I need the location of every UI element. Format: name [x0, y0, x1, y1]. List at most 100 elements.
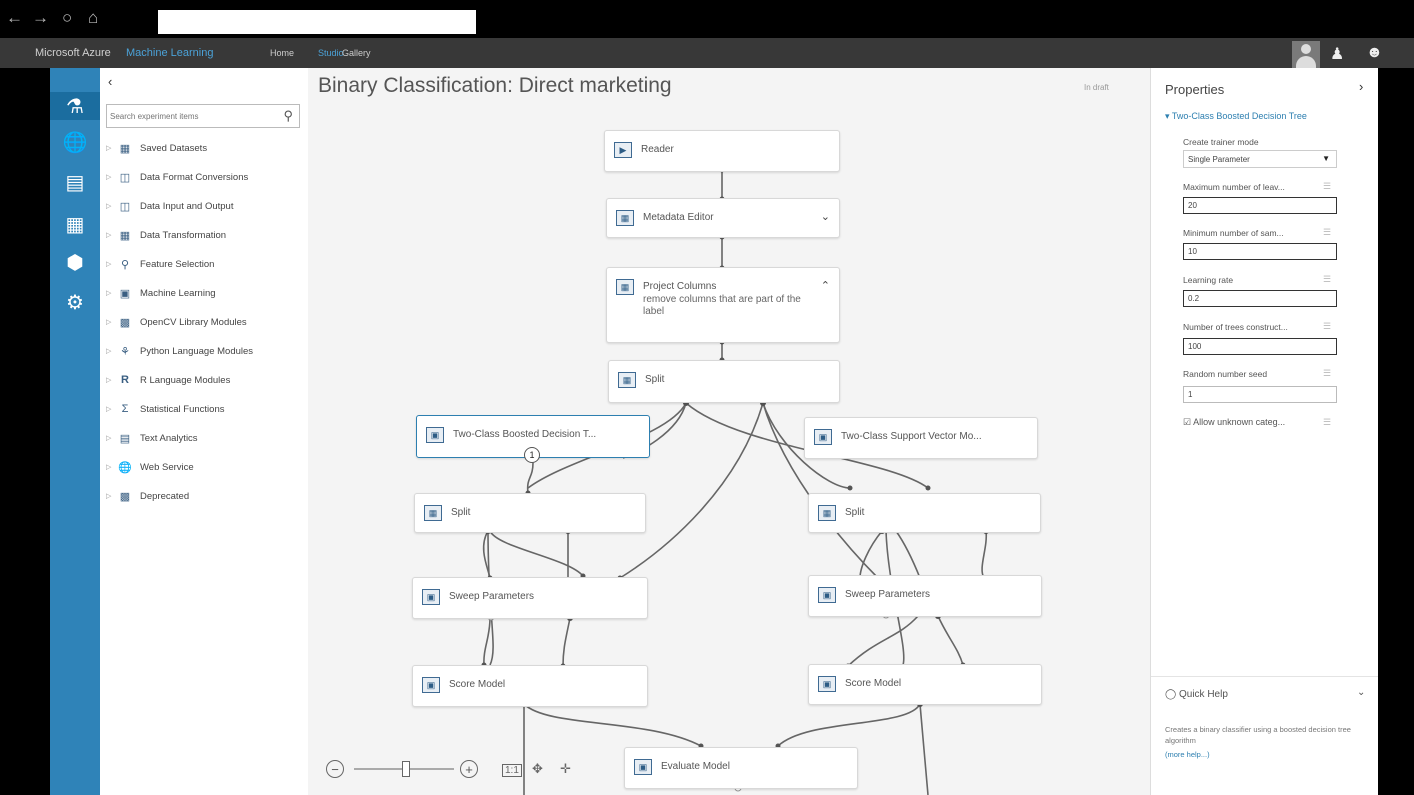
- address-bar[interactable]: [158, 10, 476, 34]
- zoom-out-button[interactable]: −: [326, 760, 344, 778]
- random-seed-input[interactable]: 1: [1183, 386, 1337, 403]
- node-split-top[interactable]: ▦ Split: [608, 360, 840, 403]
- expand-arrow-icon[interactable]: ▷: [106, 289, 116, 297]
- table-module-icon: ▦: [616, 210, 634, 226]
- quick-help-more-link[interactable]: (more help...): [1165, 750, 1210, 759]
- expand-arrow-icon[interactable]: ▷: [106, 318, 116, 326]
- palette-item-feature-selection[interactable]: ▷ ⚲ Feature Selection: [106, 254, 302, 274]
- refresh-icon[interactable]: ○: [62, 8, 72, 28]
- node-comment: remove columns that are part of the labe…: [643, 294, 801, 317]
- node-metadata-editor[interactable]: ▦ Metadata Editor ⌄: [606, 198, 840, 238]
- palette-item-data-transformation[interactable]: ▷ ▦ Data Transformation: [106, 225, 302, 245]
- back-icon[interactable]: ←: [6, 8, 23, 28]
- palette-item-label: R Language Modules: [140, 374, 231, 386]
- palette-item-statistical-functions[interactable]: ▷ Σ Statistical Functions: [106, 399, 302, 419]
- home-icon[interactable]: ⌂: [88, 8, 98, 28]
- allow-unknown-checkbox[interactable]: ☑ Allow unknown categ...: [1183, 417, 1285, 428]
- palette-item-python[interactable]: ▷ ⚘ Python Language Modules: [106, 341, 302, 361]
- search-icon[interactable]: ⚲: [283, 108, 293, 124]
- palette-item-r-language[interactable]: ▷ R R Language Modules: [106, 370, 302, 390]
- node-reader[interactable]: ▶ Reader: [604, 130, 840, 172]
- collapse-palette-button[interactable]: ‹: [108, 74, 112, 89]
- palette-item-data-format-conversions[interactable]: ▷ ◫ Data Format Conversions: [106, 167, 302, 187]
- palette-item-label: Text Analytics: [140, 432, 198, 444]
- chevron-up-icon[interactable]: ⌃: [821, 279, 830, 292]
- allow-unknown-label: Allow unknown categ...: [1193, 417, 1286, 427]
- expand-arrow-icon[interactable]: ▷: [106, 202, 116, 210]
- chevron-down-icon[interactable]: ⌄: [821, 210, 830, 223]
- node-two-class-svm[interactable]: ▣ Two-Class Support Vector Mo...: [804, 417, 1038, 459]
- search-input[interactable]: [110, 108, 270, 124]
- expand-arrow-icon[interactable]: ▷: [106, 173, 116, 181]
- table-module-icon: ▦: [616, 279, 634, 295]
- learning-rate-input[interactable]: 0.2: [1183, 290, 1337, 307]
- chevron-down-icon[interactable]: ⌄: [1357, 687, 1365, 698]
- node-label: Two-Class Support Vector Mo...: [841, 431, 982, 442]
- param-menu-icon[interactable]: ☰: [1323, 227, 1331, 238]
- experiment-canvas[interactable]: Binary Classification: Direct marketing …: [308, 68, 1150, 795]
- palette-item-text-analytics[interactable]: ▷ ▤ Text Analytics: [106, 428, 302, 448]
- palette-item-machine-learning[interactable]: ▷ ▣ Machine Learning: [106, 283, 302, 303]
- palette-item-deprecated[interactable]: ▷ ▩ Deprecated: [106, 486, 302, 506]
- node-sweep-parameters-right[interactable]: ▣ Sweep Parameters: [808, 575, 1042, 617]
- expand-arrow-icon[interactable]: ▷: [106, 260, 116, 268]
- fit-to-screen-icon[interactable]: ✥: [532, 761, 543, 777]
- web-services-globe-icon[interactable]: 🌐: [50, 128, 100, 156]
- feature-icon: ⚲: [120, 258, 130, 271]
- notebooks-icon[interactable]: ▤: [50, 168, 100, 196]
- num-trees-input[interactable]: 100: [1183, 338, 1337, 355]
- max-leaves-input[interactable]: 20: [1183, 197, 1337, 214]
- param-menu-icon[interactable]: ☰: [1323, 181, 1331, 192]
- brand-name: Microsoft Azure: [35, 47, 111, 59]
- zoom-slider-handle[interactable]: [402, 761, 410, 777]
- forward-icon[interactable]: →: [32, 8, 49, 28]
- people-icon[interactable]: ♟: [1330, 44, 1344, 64]
- nav-gallery[interactable]: Gallery: [342, 48, 371, 58]
- expand-arrow-icon[interactable]: ▷: [106, 144, 116, 152]
- pan-icon[interactable]: ✛: [560, 761, 571, 777]
- palette-item-data-input-output[interactable]: ▷ ◫ Data Input and Output: [106, 196, 302, 216]
- palette-item-saved-datasets[interactable]: ▷ ▦ Saved Datasets: [106, 138, 302, 158]
- node-split-right[interactable]: ▦ Split: [808, 493, 1041, 533]
- avatar[interactable]: [1292, 41, 1320, 68]
- param-menu-icon[interactable]: ☰: [1323, 321, 1331, 332]
- search-box[interactable]: ⚲: [106, 104, 300, 128]
- collapse-properties-button[interactable]: ›: [1359, 79, 1363, 94]
- trainer-mode-select[interactable]: Single Parameter ▼: [1183, 150, 1337, 168]
- quick-help-header[interactable]: ◯ Quick Help: [1165, 689, 1228, 700]
- expand-arrow-icon[interactable]: ▷: [106, 463, 116, 471]
- settings-gear-icon[interactable]: ⚙: [50, 288, 100, 316]
- node-project-columns[interactable]: ▦ Project Columns remove columns that ar…: [606, 267, 840, 343]
- node-sweep-parameters-left[interactable]: ▣ Sweep Parameters: [412, 577, 648, 619]
- zoom-in-button[interactable]: +: [460, 760, 478, 778]
- nav-home[interactable]: Home: [270, 48, 294, 58]
- node-score-model-left[interactable]: ▣ Score Model: [412, 665, 648, 707]
- min-samples-input[interactable]: 10: [1183, 243, 1337, 260]
- expand-arrow-icon[interactable]: ▷: [106, 376, 116, 384]
- node-label: Split: [845, 507, 865, 518]
- selected-module-name[interactable]: ▾ Two-Class Boosted Decision Tree: [1165, 111, 1307, 122]
- palette-item-label: Web Service: [140, 461, 194, 473]
- palette-item-label: Deprecated: [140, 490, 190, 502]
- expand-arrow-icon[interactable]: ▷: [106, 347, 116, 355]
- palette-item-label: Data Input and Output: [140, 200, 234, 212]
- expand-arrow-icon[interactable]: ▷: [106, 405, 116, 413]
- node-score-model-right[interactable]: ▣ Score Model: [808, 664, 1042, 705]
- trained-models-cube-icon[interactable]: ⬢: [50, 248, 100, 276]
- palette-item-opencv[interactable]: ▷ ▩ OpenCV Library Modules: [106, 312, 302, 332]
- datasets-icon[interactable]: ▦: [50, 210, 100, 238]
- experiments-flask-icon[interactable]: ⚗: [50, 92, 100, 120]
- feedback-icon[interactable]: ☻: [1366, 44, 1383, 62]
- param-menu-icon[interactable]: ☰: [1323, 417, 1331, 428]
- expand-arrow-icon[interactable]: ▷: [106, 434, 116, 442]
- expand-arrow-icon[interactable]: ▷: [106, 231, 116, 239]
- expand-arrow-icon[interactable]: ▷: [106, 492, 116, 500]
- palette-item-web-service[interactable]: ▷ 🌐 Web Service: [106, 457, 302, 477]
- param-menu-icon[interactable]: ☰: [1323, 274, 1331, 285]
- actual-size-button[interactable]: 1:1: [502, 764, 522, 777]
- param-menu-icon[interactable]: ☰: [1323, 368, 1331, 379]
- node-split-left[interactable]: ▦ Split: [414, 493, 646, 533]
- node-evaluate-model[interactable]: ▣ Evaluate Model: [624, 747, 858, 789]
- nav-studio[interactable]: Studio: [318, 48, 344, 58]
- node-label: Two-Class Boosted Decision T...: [453, 429, 597, 440]
